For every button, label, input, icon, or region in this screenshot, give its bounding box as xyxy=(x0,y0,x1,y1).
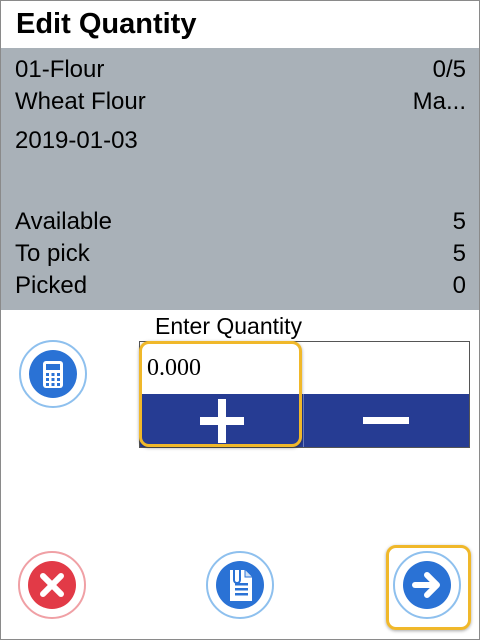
calculator-icon xyxy=(29,350,77,398)
to-pick-label: To pick xyxy=(15,240,90,267)
quantity-input[interactable] xyxy=(140,342,469,394)
item-extra: Ma... xyxy=(412,88,466,115)
page-title: Edit Quantity xyxy=(16,8,197,40)
close-icon xyxy=(28,561,76,609)
quantity-stepper xyxy=(139,341,470,448)
cancel-button[interactable] xyxy=(18,551,86,619)
available-value: 5 xyxy=(452,208,466,235)
next-button[interactable] xyxy=(393,551,461,619)
stepper-buttons xyxy=(140,394,469,447)
title-bar: Edit Quantity xyxy=(1,1,479,48)
calculator-button[interactable] xyxy=(19,340,87,408)
decrement-button[interactable] xyxy=(304,394,469,447)
item-description: Wheat Flour xyxy=(15,88,146,115)
item-code: 01-Flour xyxy=(15,56,105,83)
increment-button[interactable] xyxy=(140,394,304,447)
picked-label: Picked xyxy=(15,272,88,299)
attachment-button[interactable] xyxy=(206,551,274,619)
item-progress: 0/5 xyxy=(432,56,466,83)
item-date: 2019-01-03 xyxy=(15,127,138,154)
to-pick-value: 5 xyxy=(452,240,466,267)
attachment-document-icon xyxy=(216,561,264,609)
arrow-right-icon xyxy=(403,561,451,609)
picked-value: 0 xyxy=(452,272,466,299)
available-label: Available xyxy=(15,208,112,235)
item-info-panel: 01-Flour 0/5 Wheat Flour Ma... 2019-01-0… xyxy=(1,48,479,310)
minus-icon xyxy=(363,417,409,424)
quantity-label: Enter Quantity xyxy=(155,313,303,339)
